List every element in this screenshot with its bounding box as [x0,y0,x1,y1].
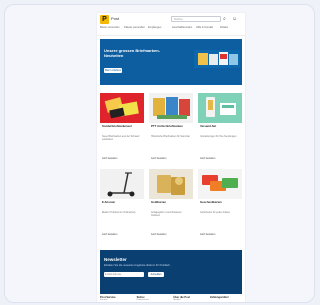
nav-item[interactable]: Pakete versenden [124,26,146,29]
product-image [198,93,242,123]
footer-column: Zahlungsmittel [210,296,242,302]
product-title: Geschenkkarten [200,200,222,204]
email-field[interactable]: E-Mail-Adresse [104,272,144,277]
product-desc: Anlagegold in verschiedenen Grössen [151,211,182,217]
search-icon[interactable]: ⌕ [223,16,226,22]
brand-name: Post [111,16,120,21]
product-card[interactable]: Versand-Set Verpackungen für Ihre Sendun… [198,93,242,163]
product-link[interactable]: Jetzt bestellen [102,233,117,236]
product-title: Sonderbriefmarkenset [102,124,132,128]
product-card[interactable]: Sonderbriefmarkenset Neue Briefmarken au… [100,93,144,163]
footer-link[interactable]: Medien [173,299,205,302]
product-card[interactable]: Geschenkkarten Gutscheine für jeden Anla… [198,169,242,239]
nav-item[interactable]: Geschäftskunden [172,26,194,29]
product-image [100,93,144,123]
product-image [198,169,242,199]
user-icon[interactable]: ☺ [232,16,237,22]
product-image [100,169,144,199]
site-footer: Post Service Kontakt Sicher Datenschutz … [100,296,242,302]
product-link[interactable]: Jetzt bestellen [200,157,215,160]
webpage: P Post Suche ⌕ ☺ Briefe versenden Pakete… [97,13,245,302]
site-header: P Post Suche ⌕ ☺ Briefe versenden Pakete… [97,13,245,36]
nav-item[interactable]: Empfangen [148,26,170,29]
product-title: PTT Archiv Briefmarken [151,124,183,128]
newsletter-section: Newsletter Erhalten Sie die neuesten Ang… [100,250,242,294]
post-logo[interactable]: P [100,15,109,24]
newsletter-text: Erhalten Sie die neuesten Angebote direk… [104,264,171,267]
nav-item[interactable]: Briefe versenden [100,26,122,29]
product-card[interactable]: PTT Archiv Briefmarken Historische Brief… [149,93,193,163]
product-desc: Elektro Trottinett im Onlineshop [102,211,136,214]
footer-heading: Zahlungsmittel [209,296,229,299]
product-title: Versand-Set [200,124,217,128]
product-link[interactable]: Jetzt bestellen [151,233,166,236]
footer-column: Post Service Kontakt [100,296,132,302]
newsletter-title: Newsletter [104,257,127,262]
footer-link[interactable]: Datenschutz [137,299,169,302]
product-desc: Historische Briefmarken für Sammler [151,135,191,138]
hero-banner: Unsere grossen Briefmarken-Neuheiten Meh… [100,39,242,85]
product-title: Goldbarren [151,200,167,204]
product-link[interactable]: Jetzt bestellen [102,157,117,160]
hero-stamps-image [194,50,240,68]
product-card[interactable]: E-Scooter Elektro Trottinett im Onlinesh… [100,169,144,239]
footer-column: Über die Post Medien [173,296,205,302]
browser-frame: P Post Suche ⌕ ☺ Briefe versenden Pakete… [4,4,315,303]
product-link[interactable]: Jetzt bestellen [200,233,215,236]
nav-item[interactable]: Filialen [220,26,242,29]
nav-item[interactable]: Hilfe & Kontakt [196,26,218,29]
hero-title: Unsere grossen Briefmarken-Neuheiten [104,48,161,58]
main-nav: Briefe versenden Pakete versenden Empfan… [100,26,242,29]
footer-column: Sicher Datenschutz [137,296,169,302]
product-desc: Gutscheine für jeden Anlass [200,211,230,214]
product-desc: Verpackungen für Ihre Sendungen [200,135,237,138]
footer-link[interactable]: Kontakt [100,299,132,302]
product-desc: Neue Briefmarken aus der Schweiz entdeck… [102,135,140,141]
product-link[interactable]: Jetzt bestellen [151,157,166,160]
product-image [149,93,193,123]
product-image [149,169,193,199]
search-input[interactable]: Suche [171,16,221,22]
subscribe-button[interactable]: Anmelden [148,272,164,277]
product-card[interactable]: Goldbarren Anlagegold in verschiedenen G… [149,169,193,239]
hero-button[interactable]: Mehr erfahren [104,68,122,73]
product-title: E-Scooter [102,200,116,204]
